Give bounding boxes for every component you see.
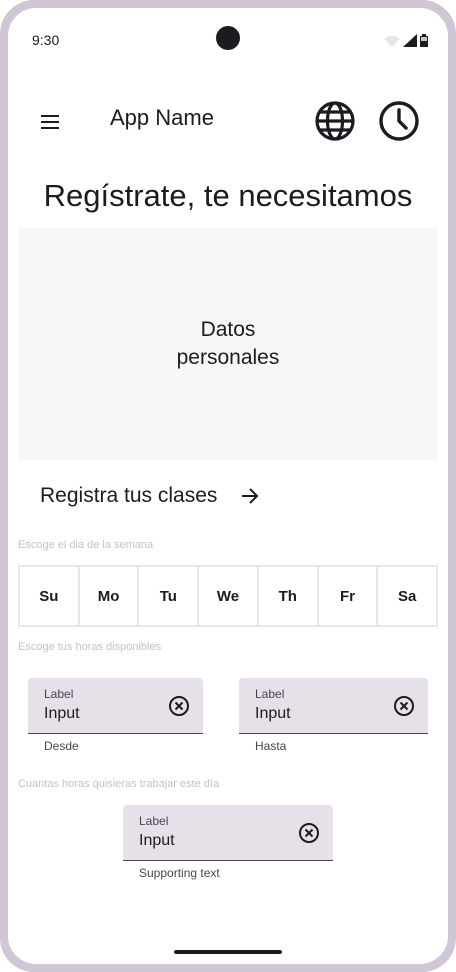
- amount-field-input[interactable]: Input: [139, 832, 175, 850]
- from-field-support: Desde: [44, 739, 79, 753]
- register-classes-link[interactable]: Registra tus clases: [40, 484, 261, 508]
- personal-card-line1: Datos: [200, 318, 256, 341]
- cancel-icon[interactable]: [297, 821, 321, 845]
- day-thursday[interactable]: Th: [259, 567, 319, 625]
- globe-icon[interactable]: [314, 100, 356, 142]
- screen: 9:30 App Name Regístrate, te necesitamos…: [8, 8, 448, 964]
- amount-field-label: Label: [139, 814, 169, 828]
- camera-cutout: [216, 26, 240, 50]
- to-time-field[interactable]: Label Input: [239, 678, 428, 734]
- hours-caption: Escoge tus horas disponibles: [18, 641, 162, 653]
- to-field-support: Hasta: [255, 739, 287, 753]
- from-field-label: Label: [44, 687, 74, 701]
- home-indicator[interactable]: [174, 950, 282, 954]
- hours-amount-field[interactable]: Label Input: [123, 805, 333, 861]
- device-frame: 9:30 App Name Regístrate, te necesitamos…: [0, 0, 456, 972]
- from-field-input[interactable]: Input: [44, 705, 80, 723]
- cancel-icon[interactable]: [167, 694, 191, 718]
- status-time: 9:30: [32, 32, 60, 48]
- clock-icon[interactable]: [378, 100, 420, 142]
- amount-caption: Cuantas horas quisieras trabajar este dí…: [18, 778, 220, 790]
- to-field-input[interactable]: Input: [255, 705, 291, 723]
- from-time-field[interactable]: Label Input: [28, 678, 203, 734]
- to-field-label: Label: [255, 687, 285, 701]
- day-caption: Escoge el dia de la semana: [18, 539, 154, 551]
- personal-card-line2: personales: [176, 346, 280, 369]
- cancel-icon[interactable]: [392, 694, 416, 718]
- day-sunday[interactable]: Su: [20, 567, 80, 625]
- day-friday[interactable]: Fr: [319, 567, 379, 625]
- day-selector: Su Mo Tu We Th Fr Sa: [18, 565, 438, 627]
- arrow-right-icon: [242, 488, 259, 504]
- personal-data-card[interactable]: Datos personales: [18, 228, 438, 460]
- status-icons: [384, 34, 428, 47]
- wifi-icon: [384, 35, 400, 47]
- day-wednesday[interactable]: We: [199, 567, 259, 625]
- signal-icon: [403, 34, 417, 47]
- register-classes-label: Registra tus clases: [40, 484, 218, 507]
- amount-field-support: Supporting text: [139, 866, 220, 880]
- page-title: Regístrate, te necesitamos: [43, 178, 413, 213]
- day-saturday[interactable]: Sa: [378, 567, 436, 625]
- battery-icon: [420, 34, 428, 47]
- app-title: App Name: [110, 105, 214, 130]
- day-tuesday[interactable]: Tu: [139, 567, 200, 625]
- menu-icon[interactable]: [38, 110, 62, 134]
- day-monday[interactable]: Mo: [80, 567, 140, 625]
